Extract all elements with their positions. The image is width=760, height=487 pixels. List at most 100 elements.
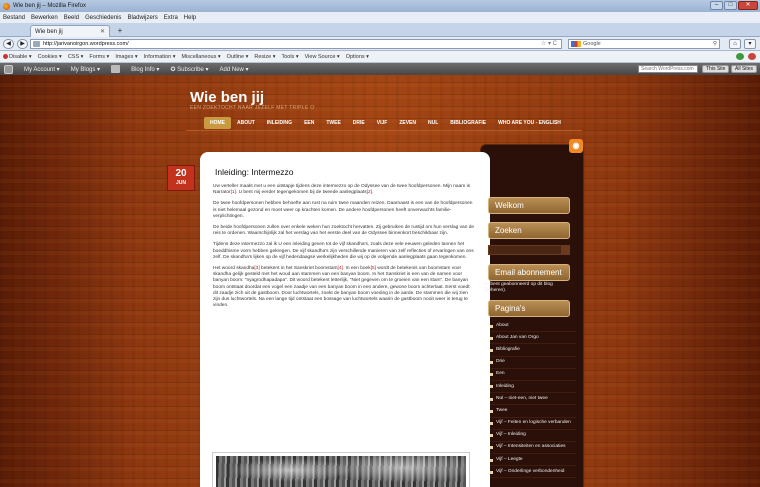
banyan-tree-photo (212, 452, 470, 487)
banyan-tree-image (216, 456, 466, 487)
post-body: Uw verteller maakt met u een uitstapje t… (213, 184, 475, 314)
nav-zeven[interactable]: ZEVEN (393, 117, 422, 129)
wordpress-logo-icon[interactable] (4, 64, 13, 74)
page-link[interactable]: Vijf – Feiten en logische verbanden (490, 418, 576, 430)
wd-miscellaneous[interactable]: Miscellaneous ▾ (181, 54, 220, 60)
admin-subscribe[interactable]: ✪ Subscribe ▾ (170, 66, 208, 73)
menu-help[interactable]: Help (184, 15, 196, 21)
main-navigation: HOME ABOUT INLEIDING EEN TWEE DRIE VIJF … (204, 117, 567, 129)
page-link[interactable]: Vijf – Inleiding (490, 430, 576, 442)
web-developer-toolbar: Disable ▾ Cookies ▾ CSS ▾ Forms ▾ Images… (0, 51, 760, 63)
wd-view-source[interactable]: View Source ▾ (305, 54, 340, 60)
widget-paginas: Pagina's (488, 300, 570, 317)
menu-bewerken[interactable]: Bewerken (31, 15, 58, 21)
page-link[interactable]: Drie (490, 357, 576, 369)
window-title: Wie ben jij – Mozilla Firefox (13, 3, 87, 9)
menu-bar: Bestand Bewerken Beeld Geschiedenis Blad… (0, 12, 760, 23)
wordpress-admin-bar: My Account ▾ My Blogs ▾ Blog Info ▾ ✪ Su… (0, 63, 760, 75)
search-icon[interactable]: ⚲ (713, 40, 717, 48)
nav-right-buttons: ⌂ ▾ (729, 39, 756, 49)
post-paragraph: De twee hoofdpersonen hebben behoefte aa… (213, 201, 473, 219)
post-paragraph: De beide hoofdpersonen zullen over enkel… (213, 225, 475, 237)
nav-drie[interactable]: DRIE (347, 117, 371, 129)
wd-css[interactable]: CSS ▾ (68, 54, 84, 60)
page-link[interactable]: Twee (490, 405, 576, 418)
nav-nul[interactable]: NUL (422, 117, 444, 129)
menu-beeld[interactable]: Beeld (64, 15, 79, 21)
bookmark-star-icon[interactable]: ☆ ▾ C (541, 40, 557, 48)
page-link[interactable]: Vijf – Leegte (490, 454, 576, 467)
close-tab-icon[interactable]: ✕ (100, 28, 105, 35)
url-bar[interactable]: http://jarivanoirgon.wordpress.com/ ☆ ▾ … (30, 39, 562, 49)
forward-button[interactable]: ▶ (17, 38, 28, 49)
home-button[interactable]: ⌂ (729, 39, 741, 49)
search-input[interactable]: Google ⚲ (568, 39, 720, 49)
nav-een[interactable]: EEN (298, 117, 320, 129)
google-icon (571, 41, 581, 47)
sidebar-search-input[interactable] (488, 245, 570, 255)
close-window-button[interactable]: ✕ (738, 1, 758, 10)
wd-tools[interactable]: Tools ▾ (281, 54, 298, 60)
page-link[interactable]: Vijf – Onderlinge verbondenheid (490, 466, 576, 479)
wd-outline[interactable]: Outline ▾ (227, 54, 249, 60)
page-link[interactable]: Nul – niet-een, niet twee (490, 393, 576, 406)
rss-feed-icon[interactable]: ◉ (569, 139, 583, 153)
nav-vijf[interactable]: VIJF (371, 117, 394, 129)
admin-blog-info[interactable]: Blog Info ▾ (131, 66, 159, 73)
admin-my-blogs[interactable]: My Blogs ▾ (71, 66, 100, 73)
nav-who-are-you[interactable]: WHO ARE YOU - ENGLISH (492, 117, 567, 129)
page-link[interactable]: Een (490, 369, 576, 381)
site-favicon-icon (33, 41, 40, 47)
page-link[interactable]: Inleiding (490, 381, 576, 394)
menu-bestand[interactable]: Bestand (3, 15, 25, 21)
nav-bibliografie[interactable]: BIBLIOGRAFIE (444, 117, 492, 129)
wd-resize[interactable]: Resize ▾ (254, 54, 275, 60)
tab-bar: Wie ben jij ✕ + (0, 23, 760, 37)
blog-page: Wie ben jij EEN ZOEKTOCHT NAAR JEZELF ME… (0, 75, 760, 487)
admin-search-input[interactable]: Search WordPress.com (638, 65, 698, 73)
minimize-button[interactable]: – (710, 1, 723, 10)
wd-cookies[interactable]: Cookies ▾ (38, 54, 62, 60)
wd-options[interactable]: Options ▾ (346, 54, 369, 60)
page-link[interactable]: About (490, 320, 576, 333)
admin-add-new[interactable]: Add New ▾ (220, 66, 249, 73)
this-site-button[interactable]: This Site (702, 65, 730, 73)
post-paragraph: Tijdens deze intermezzo zal ik U een inl… (213, 242, 474, 260)
all-sites-button[interactable]: All Sites (731, 65, 758, 73)
nav-inleiding[interactable]: INLEIDING (261, 117, 298, 129)
wd-status-icons (736, 53, 756, 60)
sidebar-search-button[interactable] (561, 246, 569, 254)
post-paragraph: Uw verteller maakt met u een uitstapje t… (213, 184, 471, 196)
addon-button[interactable]: ▾ (744, 39, 756, 49)
nav-about[interactable]: ABOUT (231, 117, 261, 129)
tab-wie-ben-jij[interactable]: Wie ben jij ✕ (30, 25, 110, 37)
wd-disable[interactable]: Disable ▾ (3, 54, 32, 60)
post-paragraph: Het woord skandha[3] betekent in het San… (213, 266, 470, 309)
nav-twee[interactable]: TWEE (320, 117, 346, 129)
post-title[interactable]: Inleiding: Intermezzo (215, 167, 293, 177)
page-link[interactable]: Vijf – Intensiteiten en associaties (490, 442, 576, 455)
widget-zoeken: Zoeken (488, 222, 570, 239)
back-button[interactable]: ◀ (3, 38, 14, 49)
wd-information[interactable]: Information ▾ (144, 54, 176, 60)
menu-bladwijzers[interactable]: Bladwijzers (127, 15, 157, 21)
new-tab-button[interactable]: + (114, 26, 126, 36)
status-ok-icon (736, 53, 744, 60)
email-subscription-text: Je bent geabonneerd op dit blog (beheren… (484, 282, 553, 293)
window-titlebar: Wie ben jij – Mozilla Firefox – □ ✕ (0, 0, 760, 12)
post-card: Inleiding: Intermezzo Uw verteller maakt… (200, 152, 490, 487)
maximize-button[interactable]: □ (724, 1, 737, 10)
tab-label: Wie ben jij (35, 28, 63, 35)
menu-extra[interactable]: Extra (164, 15, 178, 21)
wd-forms[interactable]: Forms ▾ (89, 54, 109, 60)
site-title[interactable]: Wie ben jij (190, 89, 264, 106)
header-divider (186, 130, 582, 131)
page-link[interactable]: About Jan van Orgo (490, 332, 576, 345)
widget-email-abonnement: Email abonnement (488, 264, 570, 281)
admin-my-account[interactable]: My Account ▾ (24, 66, 60, 73)
page-link[interactable]: Bibliografie (490, 344, 576, 357)
menu-geschiedenis[interactable]: Geschiedenis (85, 15, 121, 21)
wd-images[interactable]: Images ▾ (115, 54, 137, 60)
nav-home[interactable]: HOME (204, 117, 231, 129)
disable-icon (3, 53, 8, 59)
